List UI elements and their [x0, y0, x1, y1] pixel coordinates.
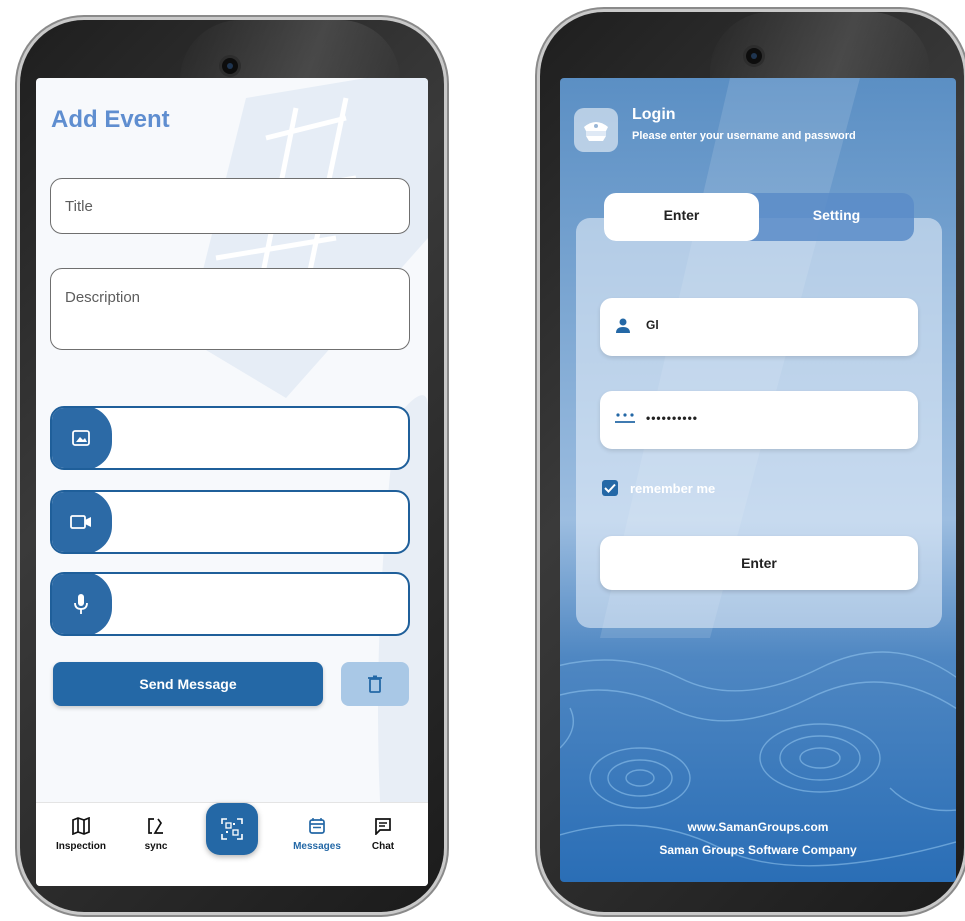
- avatar: [574, 108, 618, 152]
- check-icon: [604, 483, 616, 493]
- front-camera: [746, 48, 762, 64]
- calendar-icon: [309, 818, 325, 834]
- image-icon: [72, 430, 90, 446]
- image-attachment-field[interactable]: [50, 406, 410, 470]
- qr-scan-icon: [221, 818, 243, 840]
- description-placeholder: Description: [65, 289, 141, 306]
- username-value: Gl: [646, 318, 659, 332]
- remember-me-checkbox[interactable]: [602, 480, 618, 496]
- bottom-navigation: Inspection sync Messages Chat: [36, 802, 428, 886]
- map-icon: [72, 817, 90, 835]
- video-attach-button[interactable]: [52, 492, 112, 552]
- add-event-screen: Add Event Title Description Send Message…: [36, 78, 428, 886]
- nav-label-messages: Messages: [293, 841, 341, 852]
- nav-item-chat[interactable]: Chat: [348, 815, 418, 852]
- chat-icon: [375, 818, 391, 835]
- remember-me-label: remember me: [630, 480, 716, 496]
- left-phone-frame: Add Event Title Description Send Message…: [20, 20, 444, 912]
- title-placeholder: Title: [65, 198, 93, 215]
- title-input[interactable]: Title: [50, 178, 410, 234]
- login-header: Login Please enter your username and pas…: [574, 102, 944, 152]
- login-screen: Login Please enter your username and pas…: [560, 78, 956, 882]
- username-field[interactable]: Gl: [600, 298, 918, 356]
- audio-record-button[interactable]: [52, 574, 112, 634]
- person-icon: [616, 318, 630, 333]
- delete-button[interactable]: [341, 662, 409, 706]
- tab-setting[interactable]: Setting: [759, 193, 914, 241]
- login-title: Login: [632, 106, 676, 123]
- password-field[interactable]: ••••••••••: [600, 391, 918, 449]
- nav-label-inspection: Inspection: [55, 841, 106, 852]
- login-subtitle: Please enter your username and password: [632, 130, 856, 142]
- sync-icon: [148, 818, 163, 834]
- nav-label-chat: Chat: [371, 841, 395, 852]
- enter-button[interactable]: Enter: [600, 536, 918, 590]
- password-value: ••••••••••: [646, 411, 699, 425]
- right-phone-frame: Login Please enter your username and pas…: [540, 12, 964, 912]
- page-title: Add Event: [51, 106, 170, 133]
- image-attach-button[interactable]: [52, 408, 112, 468]
- nav-item-inspection[interactable]: Inspection: [46, 815, 116, 852]
- password-icon: [615, 413, 635, 423]
- front-camera: [222, 58, 238, 74]
- footer-website[interactable]: www.SamanGroups.com: [560, 820, 956, 834]
- nav-label-sync: sync: [144, 841, 168, 852]
- footer-company: Saman Groups Software Company: [659, 843, 857, 857]
- audio-attachment-field[interactable]: [50, 572, 410, 636]
- nav-item-sync[interactable]: sync: [121, 815, 191, 852]
- qr-scan-button[interactable]: [206, 803, 258, 855]
- microphone-icon: [74, 594, 88, 614]
- video-attachment-field[interactable]: [50, 490, 410, 554]
- send-message-button[interactable]: Send Message: [53, 662, 323, 706]
- tab-enter[interactable]: Enter: [604, 193, 759, 241]
- login-tabs: Enter Setting: [604, 193, 914, 241]
- remember-me-row[interactable]: remember me: [602, 478, 715, 498]
- police-cap-icon: [584, 122, 608, 141]
- nav-item-messages[interactable]: Messages: [282, 815, 352, 852]
- description-input[interactable]: Description: [50, 268, 410, 350]
- frame-glare: [710, 12, 930, 82]
- video-camera-icon: [70, 515, 91, 529]
- trash-icon: [368, 675, 382, 693]
